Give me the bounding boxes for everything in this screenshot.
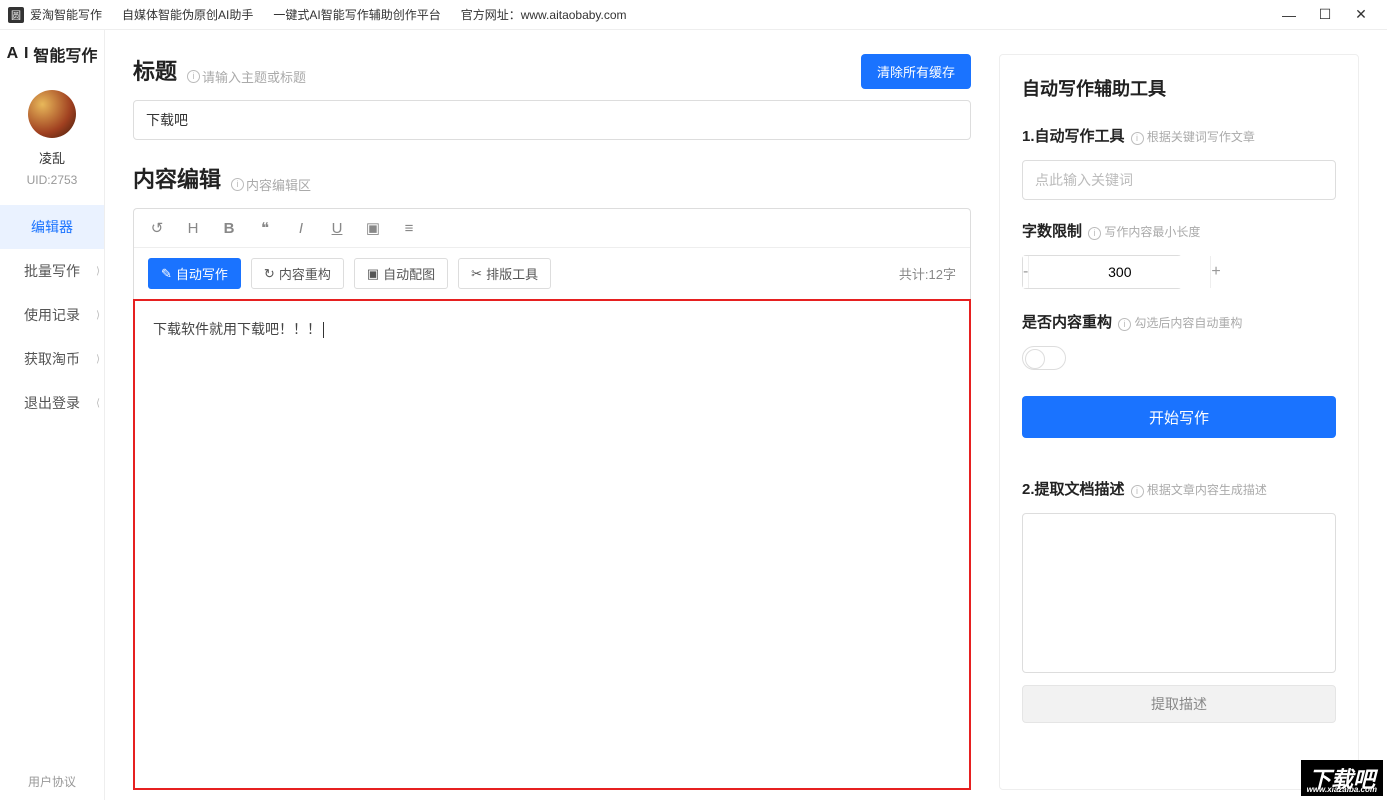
titlebar: 圆 爱淘智能写作 自媒体智能伪原创AI助手 一键式AI智能写作辅助创作平台 官方… bbox=[0, 0, 1387, 30]
window-minimize[interactable]: — bbox=[1271, 1, 1307, 29]
sidebar-item-label: 退出登录 bbox=[24, 393, 80, 413]
title-input[interactable] bbox=[133, 100, 971, 140]
auto-write-button[interactable]: ✎ 自动写作 bbox=[148, 258, 241, 289]
align-icon[interactable]: ≡ bbox=[400, 220, 418, 237]
content-label: 内容编辑 bbox=[133, 162, 221, 194]
char-count: 共计:12字 bbox=[899, 264, 956, 283]
format-toolbar: ↺ H B ❝ I U ▣ ≡ bbox=[134, 209, 970, 248]
app-icon: 圆 bbox=[8, 7, 24, 23]
info-icon: i bbox=[231, 178, 244, 191]
stepper-plus-button[interactable]: + bbox=[1211, 256, 1220, 288]
info-icon: i bbox=[1088, 227, 1101, 240]
word-limit-stepper: - + bbox=[1022, 255, 1182, 289]
pencil-icon: ✎ bbox=[161, 266, 172, 282]
word-limit-value[interactable] bbox=[1028, 256, 1211, 288]
info-icon: i bbox=[1131, 132, 1144, 145]
user-agreement-link[interactable]: 用户协议 bbox=[28, 773, 76, 790]
restructure-button[interactable]: ↻ 内容重构 bbox=[251, 258, 344, 289]
tools-icon: ✂ bbox=[471, 266, 482, 282]
chevron-right-icon: ⟩ bbox=[96, 310, 100, 321]
bold-icon[interactable]: B bbox=[220, 220, 238, 237]
auto-image-button[interactable]: ▣ 自动配图 bbox=[354, 258, 448, 289]
start-writing-button[interactable]: 开始写作 bbox=[1022, 396, 1336, 438]
extract-desc-button[interactable]: 提取描述 bbox=[1022, 685, 1336, 723]
keyword-input[interactable] bbox=[1022, 160, 1336, 200]
clear-cache-button[interactable]: 清除所有缓存 bbox=[861, 54, 971, 89]
watermark: 下载吧 www.xiazaiba.com bbox=[1301, 760, 1383, 796]
uid: UID:2753 bbox=[27, 173, 78, 187]
info-icon: i bbox=[1131, 485, 1144, 498]
sidebar-logo: A I 智能写作 bbox=[7, 42, 98, 66]
site-link[interactable]: 官方网址：www.aitaobaby.com bbox=[461, 6, 627, 23]
quote-icon[interactable]: ❝ bbox=[256, 219, 274, 237]
sidebar-item-history[interactable]: 使用记录 ⟩ bbox=[0, 293, 104, 337]
underline-icon[interactable]: U bbox=[328, 220, 346, 237]
title-hint: i 请输入主题或标题 bbox=[187, 67, 306, 86]
chevron-right-icon: ⟩ bbox=[96, 266, 100, 277]
content-editor[interactable]: 下载软件就用下载吧！！！ bbox=[133, 299, 971, 790]
restructure-toggle[interactable] bbox=[1022, 346, 1066, 370]
sidebar-item-editor[interactable]: 编辑器 bbox=[0, 205, 104, 249]
sidebar-item-logout[interactable]: 退出登录 ⟨ bbox=[0, 381, 104, 425]
sidebar-item-coins[interactable]: 获取淘币 ⟩ bbox=[0, 337, 104, 381]
description-textarea[interactable] bbox=[1022, 513, 1336, 673]
section2-title: 2.提取文档描述 bbox=[1022, 478, 1125, 499]
sidebar-item-label: 使用记录 bbox=[24, 305, 80, 325]
sidebar: A I 智能写作 凌乱 UID:2753 编辑器 批量写作 ⟩ 使用记录 ⟩ 获… bbox=[0, 30, 105, 800]
subtitle-2: 一键式AI智能写作辅助创作平台 bbox=[273, 6, 440, 23]
subtitle-1: 自媒体智能伪原创AI助手 bbox=[122, 6, 253, 23]
editor-panel: 标题 i 请输入主题或标题 清除所有缓存 内容编辑 i 内容编辑区 bbox=[133, 54, 971, 790]
image-icon: ▣ bbox=[367, 266, 379, 282]
chevron-left-icon: ⟨ bbox=[96, 398, 100, 409]
assist-panel-title: 自动写作辅助工具 bbox=[1022, 75, 1336, 101]
refresh-icon: ↻ bbox=[264, 266, 275, 282]
username: 凌乱 bbox=[39, 148, 65, 167]
undo-icon[interactable]: ↺ bbox=[148, 219, 166, 237]
section1-title: 1.自动写作工具 bbox=[1022, 125, 1125, 146]
layout-tools-button[interactable]: ✂ 排版工具 bbox=[458, 258, 551, 289]
info-icon: i bbox=[1118, 318, 1131, 331]
heading-icon[interactable]: H bbox=[184, 220, 202, 237]
assist-panel: 自动写作辅助工具 1.自动写作工具 i 根据关键词写作文章 字数限制 i 写作内… bbox=[999, 54, 1359, 790]
image-icon[interactable]: ▣ bbox=[364, 219, 382, 237]
avatar[interactable] bbox=[28, 90, 76, 138]
title-label: 标题 bbox=[133, 54, 177, 86]
sidebar-item-label: 批量写作 bbox=[24, 261, 80, 281]
sidebar-item-label: 获取淘币 bbox=[24, 349, 80, 369]
app-name: 爱淘智能写作 bbox=[30, 6, 102, 23]
content-hint: i 内容编辑区 bbox=[231, 175, 311, 194]
window-maximize[interactable]: ☐ bbox=[1307, 1, 1343, 29]
italic-icon[interactable]: I bbox=[292, 220, 310, 237]
info-icon: i bbox=[187, 70, 200, 83]
sidebar-item-batch[interactable]: 批量写作 ⟩ bbox=[0, 249, 104, 293]
chevron-right-icon: ⟩ bbox=[96, 354, 100, 365]
restructure-label: 是否内容重构 bbox=[1022, 311, 1112, 332]
window-close[interactable]: ✕ bbox=[1343, 1, 1379, 29]
word-limit-label: 字数限制 bbox=[1022, 220, 1082, 241]
sidebar-item-label: 编辑器 bbox=[31, 217, 73, 237]
